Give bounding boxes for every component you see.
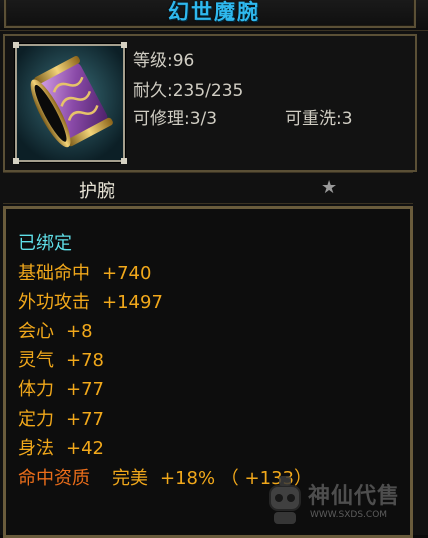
robot-mascot-icon — [269, 476, 301, 524]
watermark-url: WWW.SXDS.COM — [310, 510, 388, 520]
item-name: 幻世魔腕 — [168, 0, 260, 24]
watermark: 神仙代售 WWW.SXDS.COM — [264, 472, 424, 532]
attribute-row: 定力 +77 — [18, 409, 104, 430]
bound-status: 已绑定 — [18, 233, 72, 254]
aptitude-grade: 完美 — [112, 468, 148, 489]
bracer-icon — [17, 46, 123, 160]
attribute-row: 外功攻击 +1497 — [18, 292, 163, 313]
attribute-row: 体力 +77 — [18, 379, 104, 400]
item-type: 护腕 — [79, 181, 115, 202]
stat-repair: 可修理:3/3 — [133, 109, 218, 129]
item-tooltip: 幻世魔腕 等级:96 耐久:235/235 可修理:3/3 可重洗:3 护腕 ★… — [0, 0, 428, 538]
item-header: 等级:96 耐久:235/235 可修理:3/3 可重洗:3 — [3, 34, 417, 172]
attribute-row: 灵气 +78 — [18, 350, 104, 371]
aptitude-name: 命中资质 — [18, 468, 90, 489]
title-bar: 幻世魔腕 — [0, 0, 428, 31]
stat-rewash: 可重洗:3 — [285, 109, 353, 129]
item-icon-slot[interactable] — [13, 42, 127, 164]
stat-level: 等级:96 — [133, 51, 195, 71]
attribute-row: 身法 +42 — [18, 438, 104, 459]
item-type-row: 护腕 ★ — [3, 172, 413, 204]
watermark-title: 神仙代售 — [308, 484, 401, 509]
stat-durability: 耐久:235/235 — [133, 81, 244, 101]
attribute-row: 会心 +8 — [18, 321, 93, 342]
star-icon[interactable]: ★ — [321, 177, 337, 198]
attribute-row: 基础命中 +740 — [18, 263, 152, 284]
